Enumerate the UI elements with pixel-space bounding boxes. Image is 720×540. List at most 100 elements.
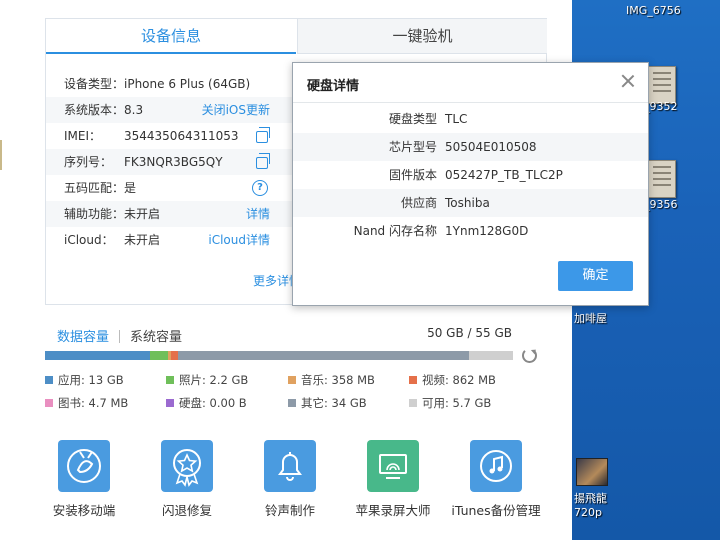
- storage-segment-视频: [171, 351, 179, 360]
- legend-item: 音乐: 358 MB: [288, 372, 375, 388]
- tab-system-capacity[interactable]: 系统容量: [130, 326, 182, 345]
- copy-icon[interactable]: [256, 153, 270, 169]
- document-thumbnail-icon[interactable]: [648, 66, 676, 104]
- tab-data-capacity[interactable]: 数据容量: [57, 326, 109, 345]
- close-icon[interactable]: [620, 73, 636, 89]
- document-thumbnail-icon[interactable]: [648, 160, 676, 198]
- rabbit-icon[interactable]: [58, 440, 110, 492]
- row-value: 354435064311053: [124, 129, 239, 143]
- disk-details-list: 硬盘类型 TLC 芯片型号 50504E010508 固件版本 052427P_TB_…: [293, 105, 648, 245]
- desktop-file-label[interactable]: _9356: [644, 198, 678, 211]
- desktop-file-label[interactable]: 加啡屋: [574, 310, 607, 326]
- video-thumbnail-icon[interactable]: [576, 458, 608, 486]
- legend-text: 视频: 862 MB: [422, 373, 496, 387]
- legend-text: 硬盘: 0.00 B: [179, 396, 247, 410]
- icloud-row: iCloud： 未开启 iCloud详情: [46, 227, 296, 253]
- row-value: 未开启: [124, 233, 161, 247]
- tool-label: 安装移动端: [52, 503, 116, 518]
- legend-item: 照片: 2.2 GB: [166, 372, 248, 388]
- imei-row: IMEI： 354435064311053: [46, 123, 296, 149]
- refresh-icon[interactable]: [522, 348, 537, 363]
- row-label: 序列号：: [64, 155, 113, 169]
- nand-name-row: Nand 闪存名称 1Ynm128G0D: [293, 217, 648, 245]
- crash-repair-tool[interactable]: 闪退修复: [137, 440, 237, 520]
- screen-cast-icon[interactable]: [367, 440, 419, 492]
- legend-text: 图书: 4.7 MB: [58, 396, 129, 410]
- legend-swatch: [45, 376, 53, 384]
- row-value: 未开启: [124, 207, 161, 221]
- tool-label: 闪退修复: [161, 503, 212, 518]
- os-version-row: 系统版本：8.3 关闭iOS更新: [46, 97, 296, 123]
- legend-item: 可用: 5.7 GB: [409, 395, 491, 411]
- device-info-list: 设备类型：iPhone 6 Plus (64GB) 系统版本：8.3 关闭iOS…: [46, 71, 296, 253]
- legend-text: 音乐: 358 MB: [301, 373, 375, 387]
- legend-item: 应用: 13 GB: [45, 372, 124, 388]
- disable-ios-update-link[interactable]: 关闭iOS更新: [202, 97, 270, 123]
- desktop-file-label[interactable]: _9352: [644, 100, 678, 113]
- screen-recorder-tool[interactable]: 苹果录屏大师: [343, 440, 443, 520]
- ringtone-maker-tool[interactable]: 铃声制作: [240, 440, 340, 520]
- row-value: Toshiba: [445, 196, 490, 210]
- legend-swatch: [45, 399, 53, 407]
- music-note-icon[interactable]: [470, 440, 522, 492]
- legend-text: 照片: 2.2 GB: [179, 373, 249, 387]
- bell-icon[interactable]: [264, 440, 316, 492]
- row-value: 50504E010508: [445, 140, 537, 154]
- tool-label: 铃声制作: [264, 503, 315, 518]
- legend-item: 视频: 862 MB: [409, 372, 496, 388]
- five-code-match-row: 五码匹配：是 ?: [46, 175, 296, 201]
- tool-label: iTunes备份管理: [451, 503, 541, 518]
- window-edge: [0, 140, 2, 170]
- row-label: 系统版本：: [64, 103, 125, 117]
- dialog-title: 硬盘详情: [307, 79, 360, 94]
- storage-tabs: 数据容量 系统容量: [57, 326, 182, 345]
- row-label: iCloud：: [64, 233, 114, 247]
- legend-swatch: [166, 376, 174, 384]
- storage-usage-bar: [45, 351, 513, 360]
- row-key: 供应商: [400, 196, 437, 210]
- disk-details-dialog: 硬盘详情 硬盘类型 TLC 芯片型号 50504E010508 固件版本 052427…: [292, 62, 649, 306]
- legend-item: 其它: 34 GB: [288, 395, 367, 411]
- tab-divider: [119, 330, 121, 343]
- legend-item: 图书: 4.7 MB: [45, 395, 128, 411]
- storage-total: 50 GB / 55 GB: [427, 326, 512, 340]
- legend-text: 应用: 13 GB: [58, 373, 124, 387]
- legend-text: 可用: 5.7 GB: [422, 396, 492, 410]
- row-label: IMEI：: [64, 129, 102, 143]
- dialog-divider: [293, 102, 648, 103]
- copy-icon[interactable]: [256, 127, 270, 143]
- row-value: 是: [124, 181, 137, 195]
- icloud-details-link[interactable]: iCloud详情: [208, 227, 270, 253]
- legend-swatch: [288, 399, 296, 407]
- row-key: Nand 闪存名称: [353, 224, 437, 238]
- desktop-file-label[interactable]: 揚飛龍: [574, 490, 607, 506]
- row-value: iPhone 6 Plus (64GB): [124, 77, 251, 91]
- accessibility-row: 辅助功能：未开启 详情: [46, 201, 296, 227]
- tab-one-click-check[interactable]: 一键验机: [297, 19, 547, 54]
- row-value: TLC: [445, 112, 468, 126]
- install-mobile-tool[interactable]: 安装移动端: [34, 440, 134, 520]
- tool-label: 苹果录屏大师: [355, 503, 431, 518]
- desktop-file-label[interactable]: 720p: [574, 506, 602, 519]
- legend-text: 其它: 34 GB: [301, 396, 367, 410]
- row-value: 052427P_TB_TLC2P: [445, 168, 563, 182]
- serial-number-row: 序列号： FK3NQR3BG5QY: [46, 149, 296, 175]
- desktop-file-label[interactable]: IMG_6756: [626, 4, 681, 17]
- confirm-button[interactable]: 确定: [558, 261, 633, 291]
- itunes-backup-tool[interactable]: iTunes备份管理: [446, 440, 546, 520]
- row-label: 设备类型：: [64, 77, 125, 91]
- chip-model-row: 芯片型号 50504E010508: [293, 133, 648, 161]
- row-key: 固件版本: [388, 168, 437, 182]
- app-window: 设备信息 一键验机 设备类型：iPhone 6 Plus (64GB) 系统版本…: [0, 0, 649, 540]
- accessibility-details-link[interactable]: 详情: [246, 201, 270, 227]
- row-label: 辅助功能：: [64, 207, 125, 221]
- row-value: 8.3: [124, 103, 144, 117]
- row-value: FK3NQR3BG5QY: [124, 155, 223, 169]
- help-icon[interactable]: ?: [252, 180, 268, 196]
- storage-segment-其它: [178, 351, 469, 360]
- storage-segment-照片: [150, 351, 169, 360]
- row-key: 硬盘类型: [388, 112, 437, 126]
- storage-segment-应用: [45, 351, 151, 360]
- star-badge-icon[interactable]: [161, 440, 213, 492]
- tab-device-info[interactable]: 设备信息: [46, 19, 296, 54]
